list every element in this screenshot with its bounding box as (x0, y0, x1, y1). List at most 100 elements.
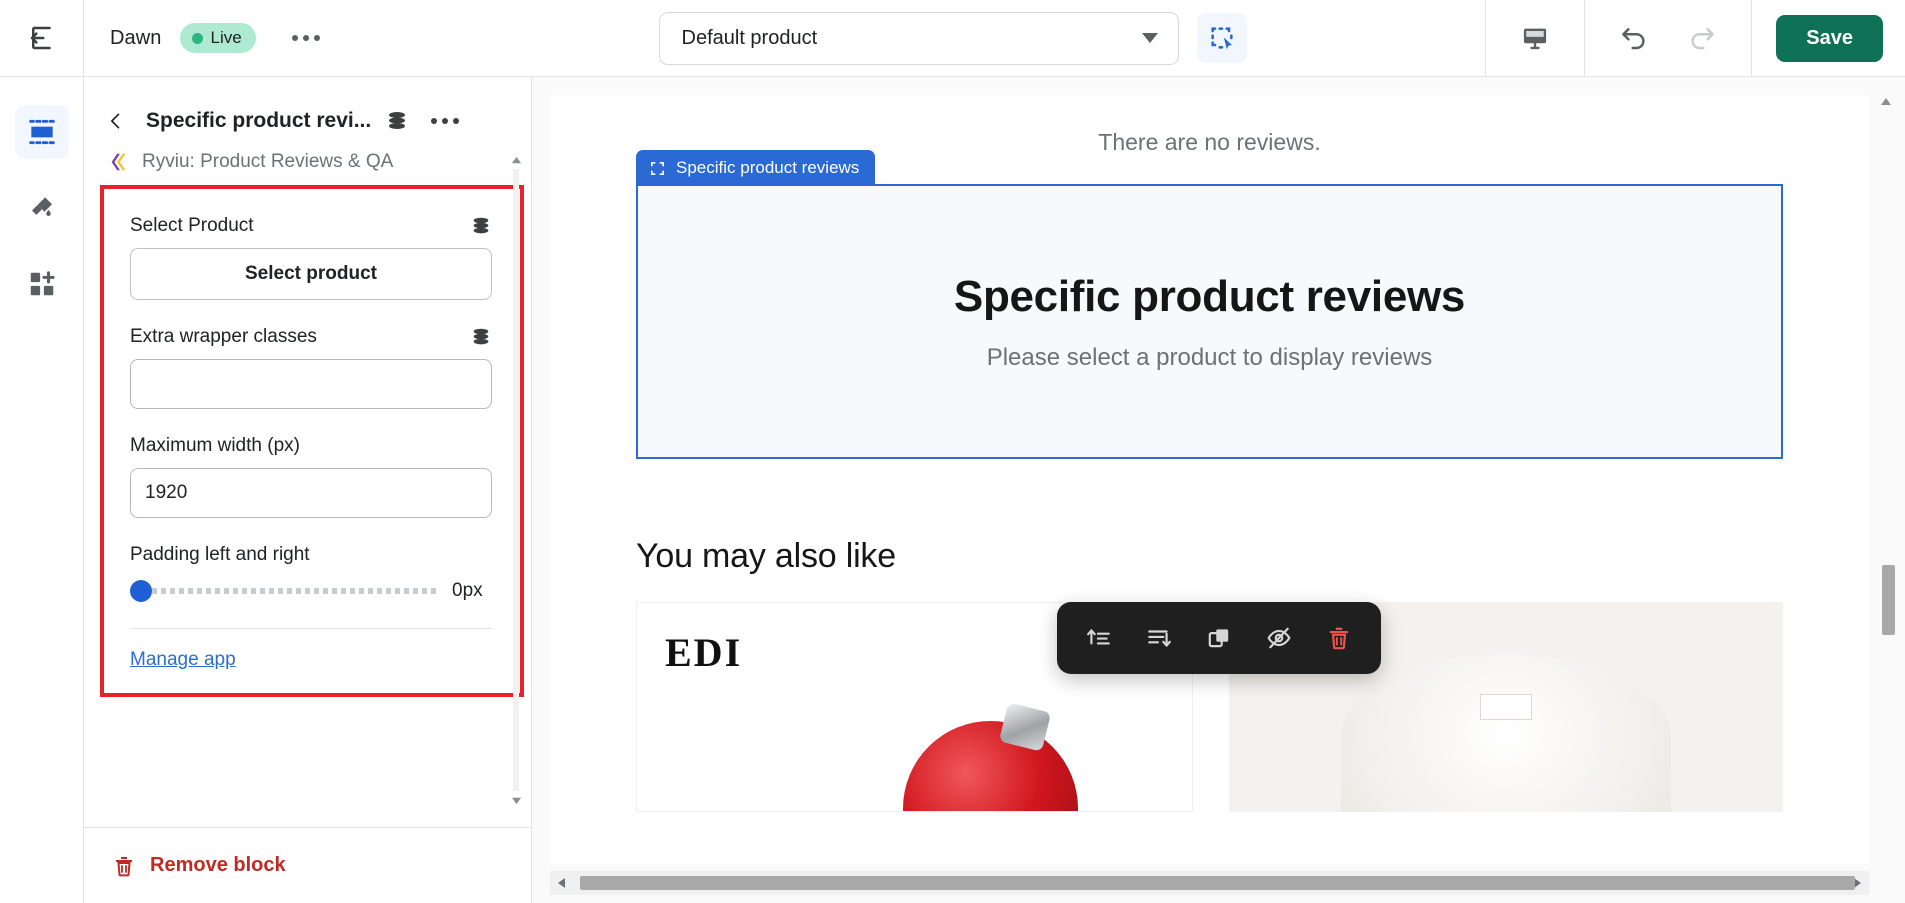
desktop-preview-button[interactable] (1512, 15, 1558, 61)
dynamic-source-stack-icon (470, 326, 492, 348)
setting-label: Select Product (130, 215, 254, 237)
save-group: Save (1751, 0, 1905, 77)
scroll-left-arrow[interactable] (550, 871, 574, 895)
preview-scroll-up-arrow[interactable] (1879, 95, 1893, 109)
panel-scroll-track[interactable] (513, 169, 519, 791)
remove-block-label: Remove block (150, 854, 286, 877)
select-product-button[interactable]: Select product (130, 248, 492, 300)
app-attribution-row: Ryviu: Product Reviews & QA (84, 137, 505, 173)
preview-horizontal-scrollbar[interactable] (550, 871, 1869, 895)
block-label-text: Specific product reviews (676, 158, 859, 178)
product-brand-logo: EDI (665, 629, 742, 676)
save-button[interactable]: Save (1776, 15, 1883, 62)
dynamic-source-stack-icon[interactable] (385, 109, 409, 133)
block-label-badge[interactable]: Specific product reviews (636, 150, 875, 186)
panel-scrollbar[interactable] (509, 153, 523, 807)
maximum-width-input[interactable] (130, 468, 492, 518)
redo-button[interactable] (1679, 15, 1725, 61)
block-float-toolbar (1057, 602, 1381, 674)
sidebar-item-theme-settings[interactable] (15, 181, 69, 235)
back-button[interactable] (100, 105, 132, 137)
undo-button[interactable] (1611, 15, 1657, 61)
caret-left-icon (556, 877, 568, 889)
sidebar-item-sections[interactable] (15, 105, 69, 159)
app-blocks-icon (27, 269, 57, 299)
theme-more-options-button[interactable] (282, 27, 330, 49)
dynamic-source-stack-icon[interactable] (470, 215, 492, 237)
block-settings-header: Specific product revi... (84, 77, 505, 173)
ryviu-app-icon (108, 151, 130, 173)
hide-eye-slash-icon (1266, 625, 1292, 651)
grey-tshirt-photo (1341, 654, 1671, 812)
select-inspector-icon (1208, 24, 1236, 52)
storefront-preview: There are no reviews. Specific product r… (550, 95, 1869, 863)
move-up-icon (1086, 625, 1112, 651)
caret-up-icon (1880, 96, 1892, 108)
page-selector-value: Default product (682, 27, 818, 50)
extra-wrapper-classes-input[interactable] (130, 359, 492, 409)
more-options-icon (431, 118, 437, 124)
scroll-down-arrow[interactable] (509, 793, 523, 807)
preview-area: There are no reviews. Specific product r… (532, 77, 1905, 903)
undo-icon (1619, 23, 1649, 53)
page-selector-group: Default product (659, 12, 1247, 65)
setting-label: Maximum width (px) (130, 435, 300, 457)
duplicate-block-button[interactable] (1193, 614, 1245, 662)
caret-down-icon (511, 795, 522, 806)
padding-slider[interactable] (130, 580, 436, 602)
move-block-up-button[interactable] (1073, 614, 1125, 662)
top-toolbar: Dawn Live Default product (0, 0, 1905, 77)
theme-name: Dawn (110, 27, 162, 50)
live-dot-icon (192, 33, 203, 44)
chevron-left-icon (106, 111, 126, 131)
shirt-label (1480, 694, 1532, 720)
more-options-icon (453, 118, 459, 124)
block-settings-scroll: Specific product revi... (84, 77, 531, 827)
preview-horizontal-scroll-thumb[interactable] (580, 876, 1855, 890)
block-settings-panel: Specific product revi... (84, 77, 532, 903)
inspector-toggle-button[interactable] (1197, 13, 1247, 63)
duplicate-icon (1206, 625, 1232, 651)
more-options-icon (442, 118, 448, 124)
block-hero-subtitle: Please select a product to display revie… (987, 344, 1433, 372)
page-selector-dropdown[interactable]: Default product (659, 12, 1179, 65)
dynamic-source-stack-icon (385, 109, 409, 133)
device-preview-group (1485, 0, 1584, 77)
dynamic-source-stack-icon[interactable] (470, 326, 492, 348)
live-status-badge: Live (180, 23, 256, 53)
scroll-up-arrow[interactable] (509, 153, 523, 167)
more-options-icon (314, 35, 320, 41)
live-badge-label: Live (211, 28, 242, 48)
hide-block-button[interactable] (1253, 614, 1305, 662)
slider-thumb[interactable] (130, 580, 152, 602)
dynamic-source-stack-icon (470, 215, 492, 237)
red-ornament-photo (903, 721, 1078, 812)
sidebar-item-apps[interactable] (15, 257, 69, 311)
top-toolbar-right: Save (1485, 0, 1905, 77)
setting-padding-left-right: Padding left and right 0px (130, 544, 492, 602)
manage-app-link[interactable]: Manage app (130, 649, 236, 670)
delete-trash-icon (1326, 625, 1352, 651)
trash-icon (112, 854, 136, 878)
move-block-down-button[interactable] (1133, 614, 1185, 662)
history-group (1584, 0, 1751, 77)
editor-body: Specific product revi... (0, 77, 1905, 903)
redo-icon (1687, 23, 1717, 53)
preview-vertical-scrollbar[interactable] (1879, 95, 1897, 863)
remove-block-button[interactable]: Remove block (84, 827, 531, 903)
block-more-options-button[interactable] (425, 112, 465, 130)
app-name: Ryviu: Product Reviews & QA (142, 151, 393, 173)
highlighted-settings-group: Select Product Select product (100, 185, 524, 697)
block-preview-box[interactable]: Specific product reviews Please select a… (636, 184, 1783, 459)
padding-slider-value: 0px (452, 580, 492, 602)
setting-extra-wrapper-classes: Extra wrapper classes (130, 326, 492, 409)
delete-block-button[interactable] (1313, 614, 1365, 662)
exit-editor-button[interactable] (0, 0, 84, 77)
block-frame-icon (649, 160, 666, 177)
exit-to-app-icon (27, 23, 57, 53)
slider-track-dots (152, 588, 436, 594)
preview-vertical-scroll-thumb[interactable] (1882, 565, 1895, 635)
block-title: Specific product revi... (146, 109, 371, 133)
setting-label: Extra wrapper classes (130, 326, 317, 348)
recommendations-title: You may also like (636, 537, 1869, 576)
